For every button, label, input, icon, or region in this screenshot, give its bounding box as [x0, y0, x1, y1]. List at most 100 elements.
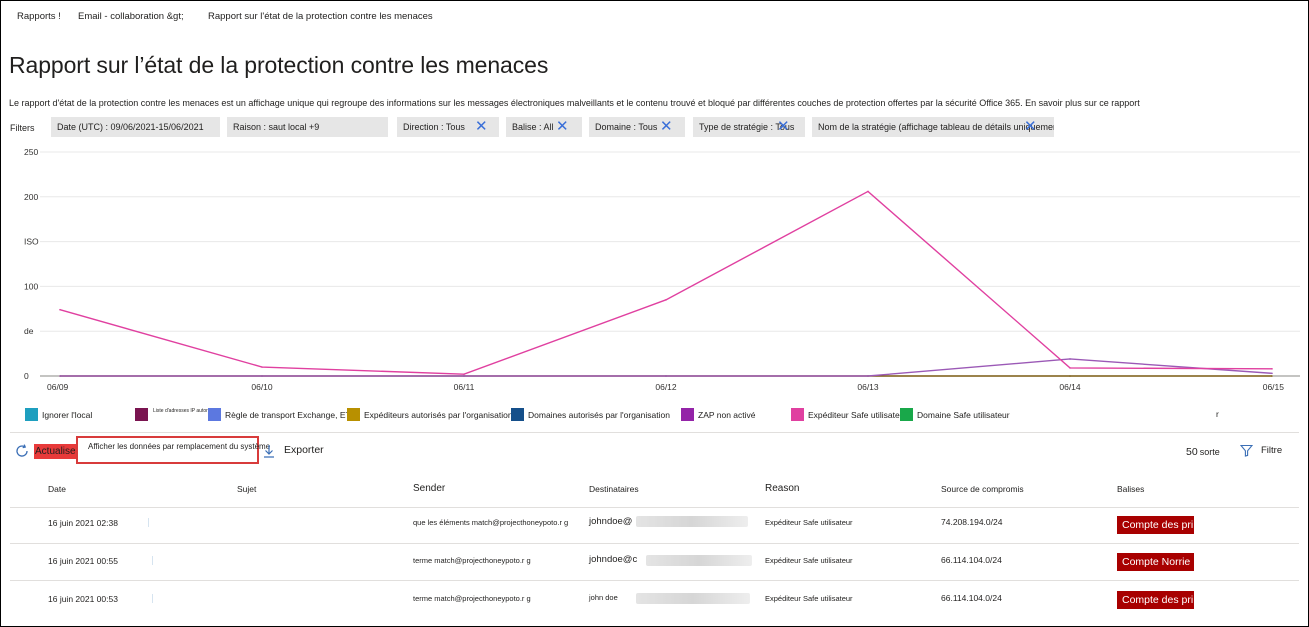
legend-swatch[interactable] [208, 408, 221, 421]
refresh-button[interactable]: Actualiser [34, 444, 80, 459]
filter-date[interactable]: Date (UTC) : 09/06/2021-15/06/2021 [51, 117, 220, 137]
filter-icon[interactable] [1240, 444, 1253, 457]
legend-label[interactable]: Règle de transport Exchange, ETR [225, 410, 357, 420]
column-header-sender[interactable]: Sender [413, 483, 445, 494]
data-point [1271, 375, 1273, 377]
refresh-icon[interactable] [14, 443, 30, 459]
filter-balise-label: Balise : All [512, 122, 554, 132]
column-header-reason[interactable]: Reason [765, 483, 799, 494]
export-button[interactable]: Exporter [284, 444, 324, 456]
row-sender: terme match@projecthoneypoto.r g [413, 556, 531, 565]
legend-swatch[interactable] [25, 408, 38, 421]
breadcrumb-rapports[interactable]: Rapports ! [17, 11, 61, 22]
filter-domaine[interactable]: Domaine : Tous ✕ [589, 117, 685, 137]
table-row[interactable]: 16 juin 2021 02:38 que les éléments matc… [0, 508, 1309, 544]
filter-direction[interactable]: Direction : Tous ✕ [397, 117, 499, 137]
y-tick-label: de [24, 326, 34, 336]
column-header-tags[interactable]: Balises [1117, 484, 1144, 494]
y-tick-label: 200 [24, 192, 38, 202]
filters-label: Filters [10, 123, 35, 133]
items-count-label: sorte [1199, 447, 1220, 457]
legend-swatch[interactable] [511, 408, 524, 421]
x-tick-label: 06/10 [251, 382, 273, 392]
close-icon[interactable]: ✕ [777, 117, 790, 137]
data-point [665, 375, 667, 377]
data-point [59, 375, 61, 377]
legend-label[interactable]: Domaine Safe utilisateur [917, 410, 1010, 420]
row-recipient: johndoe@ [589, 516, 633, 527]
data-point [59, 308, 61, 311]
page-description: Le rapport d'état de la protection contr… [9, 98, 1140, 108]
x-tick-label: 06/11 [454, 382, 475, 392]
override-data-toggle[interactable]: Afficher les données par remplacement du… [76, 436, 270, 464]
row-reason: Expéditeur Safe utilisateur [765, 594, 853, 603]
breadcrumb-current: Rapport sur l'état de la protection cont… [208, 11, 433, 22]
x-tick-label: 06/13 [857, 382, 879, 392]
data-point [463, 373, 465, 376]
column-header-subject[interactable]: Sujet [237, 484, 256, 494]
row-subject [152, 594, 153, 603]
filter-raison-label: Raison : saut local +9 [233, 122, 320, 132]
filter-type-strategie[interactable]: Type de stratégie : Tous ✕ [693, 117, 805, 137]
data-point [1069, 375, 1071, 377]
data-point [261, 366, 263, 368]
table-row[interactable]: 16 juin 2021 00:55 terme match@projectho… [0, 544, 1309, 580]
close-icon[interactable]: ✕ [475, 117, 488, 137]
legend-swatch[interactable] [791, 408, 804, 421]
download-icon[interactable] [263, 444, 275, 458]
row-subject [148, 518, 149, 527]
row-recipient: john doe [589, 593, 618, 602]
tag-badge: Compte des pri [1117, 516, 1194, 534]
items-count-value: 50 [1186, 446, 1198, 458]
close-icon[interactable]: ✕ [1024, 117, 1037, 137]
filter-button[interactable]: Filtre [1261, 445, 1282, 456]
row-date: 16 juin 2021 02:38 [48, 518, 118, 528]
redacted-recipient [636, 516, 748, 527]
filter-date-label: Date (UTC) : 09/06/2021-15/06/2021 [57, 122, 204, 132]
row-date: 16 juin 2021 00:53 [48, 594, 118, 604]
row-sender: que les éléments match@projecthoneypoto.… [413, 518, 569, 527]
row-date: 16 juin 2021 00:55 [48, 556, 118, 566]
y-tick-label: 0 [24, 371, 29, 381]
filter-balise[interactable]: Balise : All ✕ [506, 117, 582, 137]
filter-domaine-label: Domaine : Tous [595, 122, 658, 132]
legend-swatch[interactable] [347, 408, 360, 421]
legend-label[interactable]: Domaines autorisés par l'organisation [528, 410, 670, 420]
filter-raison[interactable]: Raison : saut local +9 [227, 117, 388, 137]
legend-label[interactable]: Expéditeurs autorisés par l'organisation [364, 410, 513, 420]
row-reason: Expéditeur Safe utilisateur [765, 518, 853, 527]
override-data-label: Afficher les données par remplacement du… [88, 442, 271, 451]
filter-nom-strategie[interactable]: Nom de la stratégie (affichage tableau d… [812, 117, 1054, 137]
breadcrumb-email-collaboration[interactable]: Email - collaboration &gt; [78, 11, 184, 22]
row-recipient: johndoe@c [589, 554, 638, 565]
column-header-recipients[interactable]: Destinataires [589, 484, 639, 494]
data-point [1069, 358, 1071, 360]
filter-nom-strategie-label: Nom de la stratégie (affichage tableau d… [818, 122, 1054, 132]
data-point [463, 375, 465, 377]
page-title: Rapport sur l’état de la protection cont… [9, 52, 549, 78]
legend-label[interactable]: Ignorer l'local [42, 410, 92, 420]
y-tick-label: 250 [24, 147, 38, 157]
data-point [1069, 367, 1071, 369]
y-tick-label: ISO [24, 237, 39, 247]
column-header-date[interactable]: Date [48, 484, 66, 494]
redacted-recipient [646, 555, 752, 566]
tag-badge: Compte des pri [1117, 591, 1194, 609]
x-tick-label: 06/12 [655, 382, 677, 392]
legend-label[interactable]: ZAP non activé [698, 410, 756, 420]
x-tick-label: 06/14 [1059, 382, 1081, 392]
table-row[interactable]: 16 juin 2021 00:53 terme match@projectho… [0, 581, 1309, 617]
close-icon[interactable]: ✕ [556, 117, 569, 137]
legend-swatch[interactable] [135, 408, 148, 421]
line-chart: 250 200 ISO 100 de 0 06/09 06/10 06/11 06/12 06/13… [24, 147, 1300, 392]
x-tick-label: 06/09 [47, 382, 69, 392]
legend-swatch[interactable] [900, 408, 913, 421]
row-source: 66.114.104.0/24 [941, 555, 1002, 565]
close-icon[interactable]: ✕ [660, 117, 673, 137]
data-point [867, 190, 869, 193]
items-count: 50 sorte [1186, 446, 1220, 458]
legend-label[interactable]: Expéditeur Safe utilisateur [808, 410, 907, 420]
column-header-source[interactable]: Source de compromis [941, 484, 1024, 494]
row-source: 74.208.194.0/24 [941, 517, 1003, 527]
legend-swatch[interactable] [681, 408, 694, 421]
